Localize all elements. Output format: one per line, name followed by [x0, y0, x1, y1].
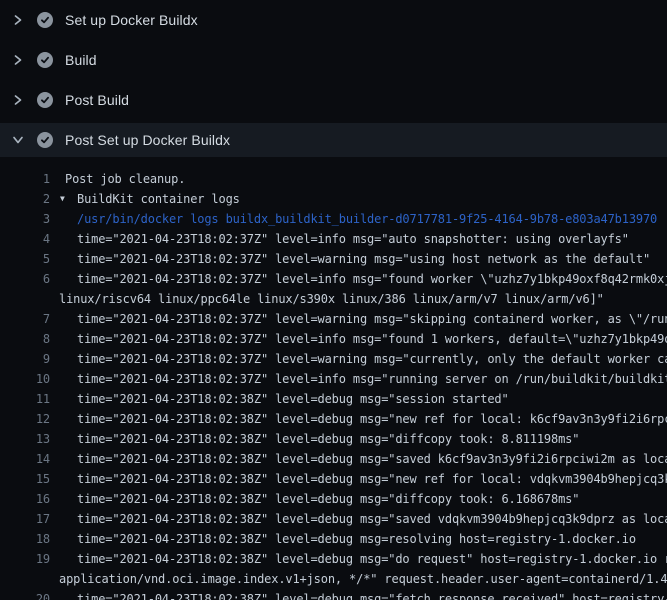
chevron-icon[interactable]	[10, 12, 26, 28]
log-line: 19 time="2021-04-23T18:02:38Z" level=deb…	[0, 549, 667, 569]
log-line-text: time="2021-04-23T18:02:37Z" level=info m…	[50, 369, 667, 389]
log-line: 7 time="2021-04-23T18:02:37Z" level=warn…	[0, 309, 667, 329]
log-line-number: 15	[0, 469, 50, 489]
log-line: application/vnd.oci.image.index.v1+json,…	[0, 569, 667, 589]
log-line-text: time="2021-04-23T18:02:37Z" level=info m…	[50, 229, 629, 249]
log-line: 16 time="2021-04-23T18:02:38Z" level=deb…	[0, 489, 667, 509]
log-line: 15 time="2021-04-23T18:02:38Z" level=deb…	[0, 469, 667, 489]
step-label: Build	[65, 52, 97, 68]
log-panel: 1 Post job cleanup. 2 ▼ BuildKit contain…	[0, 160, 667, 600]
log-line-text: BuildKit container logs	[72, 189, 240, 209]
log-line: 17 time="2021-04-23T18:02:38Z" level=deb…	[0, 509, 667, 529]
log-line: 8 time="2021-04-23T18:02:37Z" level=info…	[0, 329, 667, 349]
log-line-text: application/vnd.oci.image.index.v1+json,…	[50, 569, 667, 589]
log-line-text: time="2021-04-23T18:02:38Z" level=debug …	[50, 389, 509, 409]
log-line-text: Post job cleanup.	[50, 169, 185, 189]
log-line-text: time="2021-04-23T18:02:38Z" level=debug …	[50, 489, 579, 509]
log-line-number: 16	[0, 489, 50, 509]
log-line-text: time="2021-04-23T18:02:38Z" level=debug …	[50, 469, 667, 489]
log-line-number: 13	[0, 429, 50, 449]
log-line-text: time="2021-04-23T18:02:38Z" level=debug …	[50, 549, 667, 569]
log-line-number: 7	[0, 309, 50, 329]
step-row[interactable]: Post Set up Docker Buildx	[0, 123, 667, 157]
log-line-number: 18	[0, 529, 50, 549]
log-line-text: /usr/bin/docker logs buildx_buildkit_bui…	[50, 209, 657, 229]
log-line-number: 9	[0, 349, 50, 369]
log-line: 18 time="2021-04-23T18:02:38Z" level=deb…	[0, 529, 667, 549]
log-line: 14 time="2021-04-23T18:02:38Z" level=deb…	[0, 449, 667, 469]
log-line-number: 5	[0, 249, 50, 269]
log-line: 20 time="2021-04-23T18:02:38Z" level=deb…	[0, 589, 667, 600]
step-label: Post Set up Docker Buildx	[65, 132, 230, 148]
log-line-number: 8	[0, 329, 50, 349]
log-line-text: time="2021-04-23T18:02:38Z" level=debug …	[50, 449, 667, 469]
chevron-icon[interactable]	[10, 132, 26, 148]
log-line-number: 12	[0, 409, 50, 429]
log-line-number: 10	[0, 369, 50, 389]
log-line-text: time="2021-04-23T18:02:37Z" level=info m…	[50, 269, 667, 289]
log-line: 5 time="2021-04-23T18:02:37Z" level=warn…	[0, 249, 667, 269]
log-line-text: time="2021-04-23T18:02:38Z" level=debug …	[50, 429, 579, 449]
log-line-number: 3	[0, 209, 50, 229]
log-line: 4 time="2021-04-23T18:02:37Z" level=info…	[0, 229, 667, 249]
log-line-number: 6	[0, 269, 50, 289]
log-line-number	[0, 569, 50, 589]
log-line: 2 ▼ BuildKit container logs	[0, 189, 667, 209]
steps-list: Set up Docker Buildx Build	[0, 0, 667, 157]
log-line-text: time="2021-04-23T18:02:37Z" level=info m…	[50, 329, 667, 349]
check-circle-icon	[37, 132, 53, 148]
group-toggle-icon[interactable]: ▼	[50, 189, 72, 209]
log-line-text: time="2021-04-23T18:02:38Z" level=debug …	[50, 589, 667, 600]
step-row[interactable]: Build	[0, 40, 667, 80]
step-row[interactable]: Set up Docker Buildx	[0, 0, 667, 40]
log-line-number: 4	[0, 229, 50, 249]
check-circle-icon	[37, 92, 53, 108]
log-line: 12 time="2021-04-23T18:02:38Z" level=deb…	[0, 409, 667, 429]
log-line-number: 2	[0, 189, 50, 209]
workflow-log-viewer: Set up Docker Buildx Build	[0, 0, 667, 600]
step-label: Post Build	[65, 92, 129, 108]
log-line: linux/riscv64 linux/ppc64le linux/s390x …	[0, 289, 667, 309]
log-line-number: 14	[0, 449, 50, 469]
log-line-text: time="2021-04-23T18:02:37Z" level=warnin…	[50, 249, 650, 269]
chevron-icon[interactable]	[10, 52, 26, 68]
log-line-text: time="2021-04-23T18:02:38Z" level=debug …	[50, 509, 667, 529]
log-line: 6 time="2021-04-23T18:02:37Z" level=info…	[0, 269, 667, 289]
log-line: 13 time="2021-04-23T18:02:38Z" level=deb…	[0, 429, 667, 449]
log-line-number: 1	[0, 169, 50, 189]
log-line: 9 time="2021-04-23T18:02:37Z" level=warn…	[0, 349, 667, 369]
log-line-text: linux/riscv64 linux/ppc64le linux/s390x …	[50, 289, 604, 309]
chevron-icon[interactable]	[10, 92, 26, 108]
log-line-number: 17	[0, 509, 50, 529]
log-line-text: time="2021-04-23T18:02:37Z" level=warnin…	[50, 349, 667, 369]
log-line-text: time="2021-04-23T18:02:37Z" level=warnin…	[50, 309, 667, 329]
step-label: Set up Docker Buildx	[65, 12, 198, 28]
log-line-number: 19	[0, 549, 50, 569]
check-circle-icon	[37, 52, 53, 68]
check-circle-icon	[37, 12, 53, 28]
log-line: 1 Post job cleanup.	[0, 169, 667, 189]
log-line: 11 time="2021-04-23T18:02:38Z" level=deb…	[0, 389, 667, 409]
log-line-number: 11	[0, 389, 50, 409]
log-line: 10 time="2021-04-23T18:02:37Z" level=inf…	[0, 369, 667, 389]
log-line-number: 20	[0, 589, 50, 600]
log-line-text: time="2021-04-23T18:02:38Z" level=debug …	[50, 529, 636, 549]
log-line-text: time="2021-04-23T18:02:38Z" level=debug …	[50, 409, 667, 429]
log-line: 3 /usr/bin/docker logs buildx_buildkit_b…	[0, 209, 667, 229]
step-row[interactable]: Post Build	[0, 80, 667, 120]
log-line-number	[0, 289, 50, 309]
